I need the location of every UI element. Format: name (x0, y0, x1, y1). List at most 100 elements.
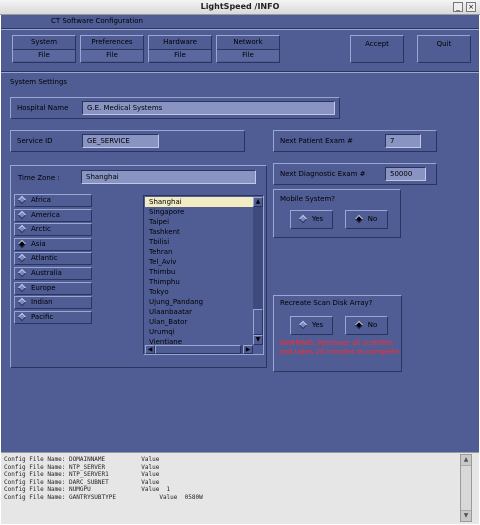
system-button-sub: File (13, 49, 75, 61)
network-button-sub: File (217, 49, 279, 61)
app-header: CT Software Configuration (51, 17, 143, 25)
hardware-file-button[interactable]: Hardware File (148, 35, 212, 63)
city-list-item[interactable]: Vientiane (145, 337, 253, 345)
mobile-yes-button[interactable]: Yes (290, 210, 333, 229)
city-list-item[interactable]: Shanghai (145, 197, 253, 207)
console-line: Config File Name: DARC_SUBNET Value (4, 478, 160, 486)
city-list: Shanghai Singapore Taipei Tashkent Tbilisi Te… (145, 197, 253, 345)
console-scroll-thumb[interactable] (461, 465, 471, 511)
scan-yes-label: Yes (311, 321, 324, 329)
console-line: Config File Name: NTP_SERVER1 Value (4, 471, 160, 479)
region-option-america[interactable]: America (14, 208, 92, 222)
console-scrollbar[interactable]: ▲ ▼ (460, 454, 472, 522)
region-option-europe[interactable]: Europe (14, 281, 92, 295)
hospital-name-group: Hospital Name G.E. Medical Systems (10, 97, 340, 119)
city-list-item[interactable]: Tbilisi (145, 237, 253, 247)
region-option-arctic[interactable]: Arctic (14, 223, 92, 237)
scroll-down-icon[interactable]: ▼ (253, 335, 263, 345)
city-list-item[interactable]: Ujung_Pandang (145, 297, 253, 307)
scan-warning-line1: WARNING: Removes all scanfiles (279, 339, 393, 347)
quit-button[interactable]: Quit (417, 35, 471, 63)
city-listbox[interactable]: Shanghai Singapore Taipei Tashkent Tbilisi Te… (143, 195, 264, 355)
city-hscroll-thumb[interactable] (155, 345, 241, 354)
region-label: Pacific (31, 312, 54, 321)
city-list-item[interactable]: Singapore (145, 207, 253, 217)
region-option-pacific[interactable]: Pacific (14, 310, 92, 324)
region-option-asia[interactable]: Asia (14, 237, 92, 251)
region-label: Atlantic (31, 254, 58, 263)
city-list-item[interactable]: Tehran (145, 247, 253, 257)
close-icon[interactable]: × (466, 2, 476, 12)
city-list-item[interactable]: Tashkent (145, 227, 253, 237)
console-lines: Config File Name: DOMAINNAME Value Config… (4, 456, 454, 502)
city-list-item[interactable]: Tel_Aviv (145, 257, 253, 267)
next-patient-label: Next Patient Exam # (280, 137, 353, 145)
next-patient-field[interactable]: 7 (385, 134, 421, 148)
region-option-indian[interactable]: Indian (14, 296, 92, 310)
next-diag-group: Next Diagnostic Exam # 50000 (273, 163, 437, 185)
region-label: America (31, 210, 60, 219)
hospital-name-field[interactable]: G.E. Medical Systems (82, 101, 335, 115)
console-line: Config File Name: NTP_SERVER Value (4, 463, 160, 471)
radio-diamond-icon (17, 283, 27, 292)
scroll-left-icon[interactable]: ◀ (145, 345, 155, 354)
next-patient-group: Next Patient Exam # 7 (273, 130, 437, 152)
system-button-label: System (30, 38, 58, 46)
radio-diamond-icon (17, 268, 27, 278)
console-line: Config File Name: GANTRYSUBTYPE Value 05… (4, 493, 203, 501)
accept-button[interactable]: Accept (350, 35, 404, 63)
toolbar-divider (1, 71, 479, 73)
scroll-up-icon[interactable]: ▲ (253, 197, 263, 207)
console-scroll-down-icon[interactable]: ▼ (461, 511, 471, 521)
window-title: LightSpeed /INFO (200, 2, 280, 11)
minimize-icon[interactable]: _ (453, 2, 463, 12)
scroll-right-icon[interactable]: ▶ (243, 345, 253, 354)
city-list-item[interactable]: Taipei (145, 217, 253, 227)
radio-diamond-icon (17, 312, 27, 322)
scan-warning-line2: and takes 20 minutes to complete (279, 348, 400, 356)
timezone-field[interactable]: Shanghai (81, 170, 256, 184)
accept-button-label: Accept (365, 40, 389, 48)
console-output: Config File Name: DOMAINNAME Value Config… (1, 452, 479, 524)
city-hscrollbar[interactable]: ◀ ▶ (145, 345, 253, 354)
radio-diamond-icon (17, 239, 27, 249)
city-list-item[interactable]: Urumqi (145, 327, 253, 337)
scan-yes-button[interactable]: Yes (290, 316, 333, 335)
scan-disk-group: Recreate Scan Disk Array? Yes No WARNING… (273, 295, 402, 372)
hardware-button-label: Hardware (163, 38, 197, 46)
network-file-button[interactable]: Network File (216, 35, 280, 63)
region-option-africa[interactable]: Africa (14, 194, 92, 207)
window-titlebar: LightSpeed /INFO _ × (0, 0, 480, 15)
system-file-button[interactable]: System File (12, 35, 76, 63)
mobile-no-label: No (367, 215, 378, 223)
timezone-label: Time Zone : (18, 174, 60, 182)
network-button-label: Network (233, 38, 263, 46)
mobile-system-group: Mobile System? Yes No (273, 189, 401, 238)
city-list-item[interactable]: Thimphu (145, 277, 253, 287)
city-vscrollbar[interactable]: ▲ ▼ (253, 197, 263, 345)
city-list-item[interactable]: Ulan_Bator (145, 317, 253, 327)
mobile-no-button[interactable]: No (345, 210, 388, 229)
next-diag-field[interactable]: 50000 (385, 167, 426, 181)
scan-no-radio-icon (354, 320, 363, 330)
mobile-system-label: Mobile System? (280, 195, 336, 203)
city-list-item[interactable]: Tokyo (145, 287, 253, 297)
timezone-group: Time Zone : Shanghai Africa America Arctic… (10, 165, 267, 368)
section-title: System Settings (10, 78, 68, 86)
preferences-file-button[interactable]: Preferences File (80, 35, 144, 63)
region-label: Africa (31, 196, 51, 204)
radio-diamond-icon (17, 297, 27, 307)
console-line: Config File Name: NUMGPU Value 1 (4, 486, 171, 494)
city-vscroll-thumb[interactable] (253, 309, 263, 335)
city-list-item[interactable]: Ulaanbaatar (145, 307, 253, 317)
hardware-button-sub: File (149, 49, 211, 61)
mobile-yes-label: Yes (311, 215, 324, 223)
scan-no-button[interactable]: No (345, 316, 388, 335)
region-option-atlantic[interactable]: Atlantic (14, 252, 92, 266)
region-label: Indian (31, 298, 53, 307)
city-list-item[interactable]: Thimbu (145, 267, 253, 277)
service-id-field[interactable]: GE_SERVICE (82, 134, 159, 148)
radio-diamond-icon (17, 195, 27, 205)
console-scroll-up-icon[interactable]: ▲ (461, 455, 471, 465)
region-option-australia[interactable]: Australia (14, 267, 92, 280)
